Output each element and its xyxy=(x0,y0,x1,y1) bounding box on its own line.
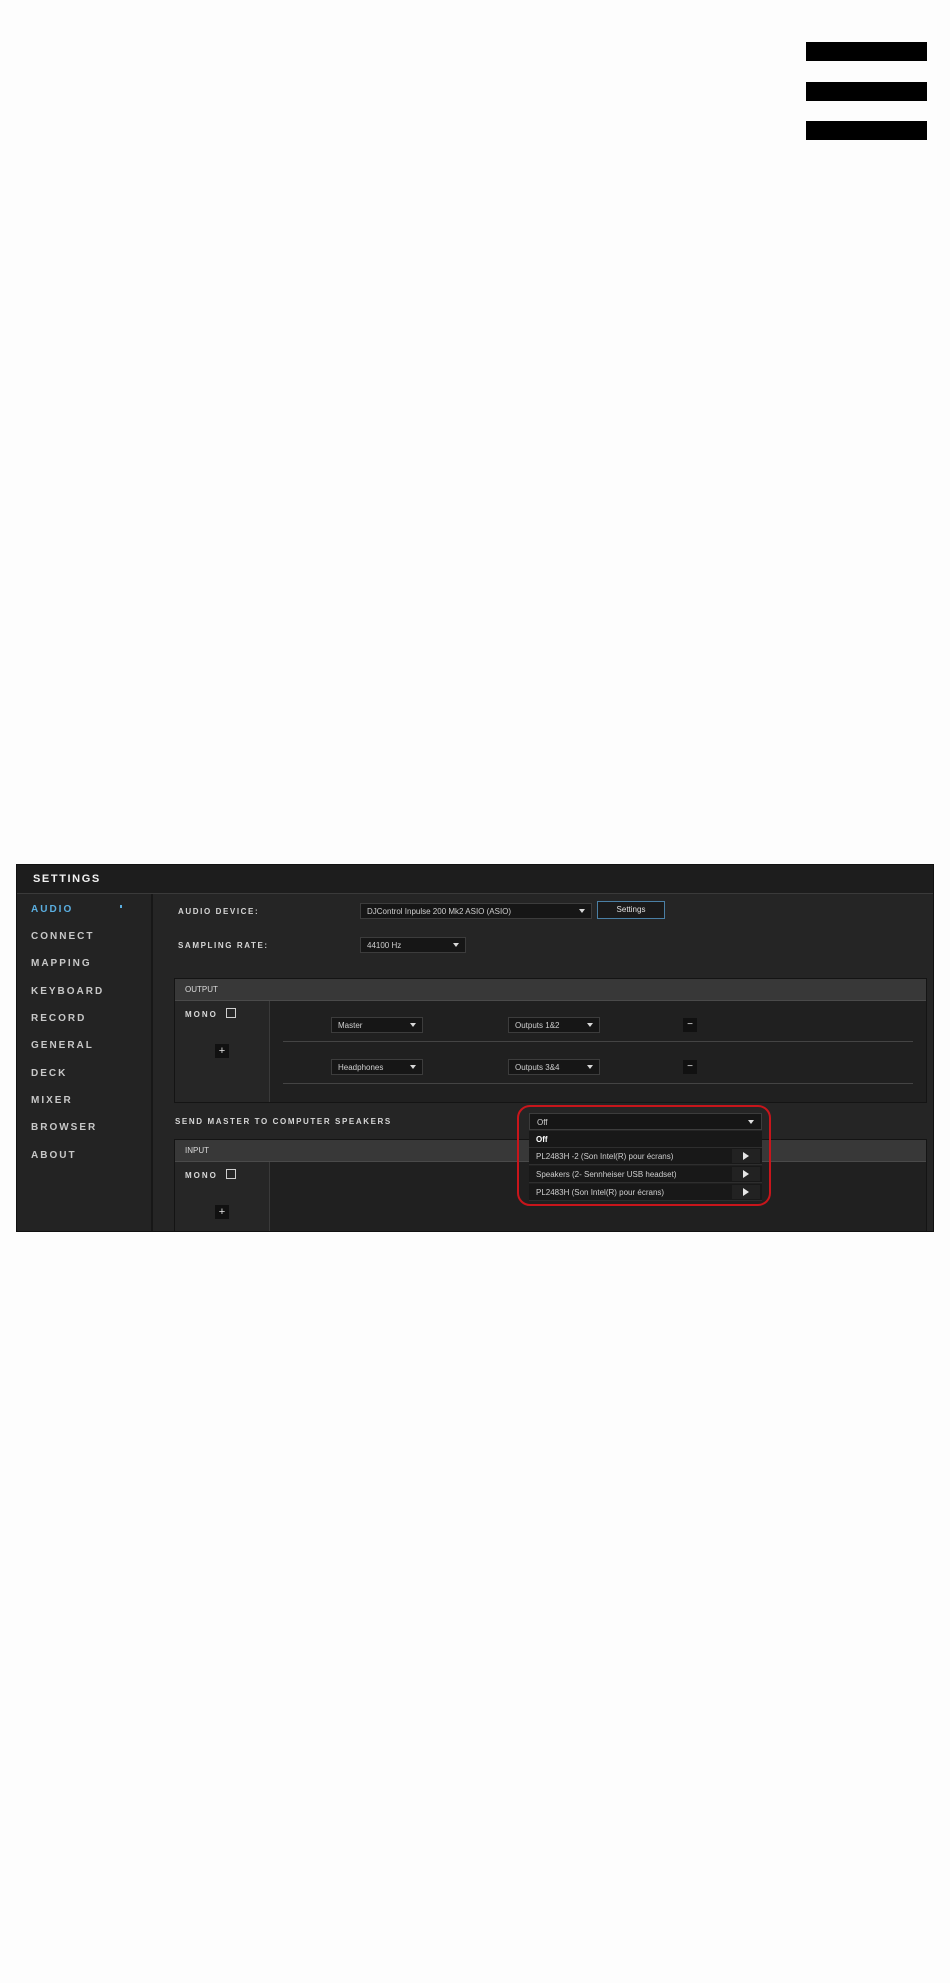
speaker-select-value: Off xyxy=(537,1118,548,1127)
audio-device-value: DJControl Inpulse 200 Mk2 ASIO (ASIO) xyxy=(367,907,512,916)
speaker-option-off[interactable]: Off xyxy=(529,1131,762,1148)
settings-sidebar: AUDIO CONNECT MAPPING KEYBOARD RECORD GE… xyxy=(17,894,153,1231)
sidebar-item-connect[interactable]: CONNECT xyxy=(31,931,94,942)
output-panel-header: OUTPUT xyxy=(175,979,926,1001)
speaker-select-current[interactable]: Off xyxy=(529,1113,762,1130)
output-panel: OUTPUT MONO + Master Outputs 1&2 − Headp… xyxy=(174,978,927,1103)
submenu-arrow-icon[interactable] xyxy=(732,1185,760,1199)
option-label: Off xyxy=(536,1135,548,1144)
sidebar-item-record[interactable]: RECORD xyxy=(31,1013,86,1024)
output-routing-list: Master Outputs 1&2 − Headphones Outputs … xyxy=(270,1001,926,1102)
window-title: SETTINGS xyxy=(33,873,101,885)
remove-output-button[interactable]: − xyxy=(683,1060,697,1074)
window-title-bar: SETTINGS xyxy=(17,865,933,894)
output-options: MONO + xyxy=(175,1001,270,1102)
input-header-label: INPUT xyxy=(185,1146,209,1155)
chevron-down-icon xyxy=(579,909,585,913)
option-label: PL2483H -2 (Son Intel(R) pour écrans) xyxy=(536,1152,674,1161)
input-mono-checkbox[interactable] xyxy=(226,1169,236,1179)
option-label: PL2483H (Son Intel(R) pour écrans) xyxy=(536,1188,665,1197)
add-output-button[interactable]: + xyxy=(215,1044,229,1058)
speaker-option-pl2483h-2[interactable]: PL2483H -2 (Son Intel(R) pour écrans) xyxy=(529,1148,762,1165)
remove-output-button[interactable]: − xyxy=(683,1018,697,1032)
chevron-down-icon xyxy=(410,1065,416,1069)
sidebar-item-deck[interactable]: DECK xyxy=(31,1068,67,1079)
submenu-arrow-icon[interactable] xyxy=(732,1149,760,1163)
output-mono-label: MONO xyxy=(185,1010,218,1019)
option-label: Speakers (2- Sennheiser USB headset) xyxy=(536,1170,677,1179)
active-indicator-icon xyxy=(120,905,122,908)
sidebar-item-keyboard[interactable]: KEYBOARD xyxy=(31,986,104,997)
speaker-option-sennheiser[interactable]: Speakers (2- Sennheiser USB headset) xyxy=(529,1166,762,1183)
sidebar-item-general[interactable]: GENERAL xyxy=(31,1040,94,1051)
audio-device-select[interactable]: DJControl Inpulse 200 Mk2 ASIO (ASIO) xyxy=(360,903,592,919)
output-channel-value: Headphones xyxy=(338,1063,384,1072)
chevron-down-icon xyxy=(410,1023,416,1027)
menu-bar-bottom xyxy=(806,121,927,140)
sidebar-item-browser[interactable]: BROWSER xyxy=(31,1122,97,1133)
settings-window: SETTINGS AUDIO CONNECT MAPPING KEYBOARD … xyxy=(16,864,934,1232)
add-input-button[interactable]: + xyxy=(215,1205,229,1219)
sidebar-item-about[interactable]: ABOUT xyxy=(31,1150,77,1161)
input-options: MONO + xyxy=(175,1162,270,1231)
input-mono-label: MONO xyxy=(185,1171,218,1180)
send-master-label: SEND MASTER TO COMPUTER SPEAKERS xyxy=(175,1117,392,1126)
output-header-label: OUTPUT xyxy=(185,985,218,994)
chevron-down-icon xyxy=(453,943,459,947)
output-route-select-headphones[interactable]: Outputs 3&4 xyxy=(508,1059,600,1075)
audio-device-label: AUDIO DEVICE: xyxy=(178,907,260,916)
sampling-rate-value: 44100 Hz xyxy=(367,941,402,950)
hamburger-menu-icon[interactable] xyxy=(806,42,927,140)
device-settings-button[interactable]: Settings xyxy=(597,901,665,919)
output-route-value: Outputs 3&4 xyxy=(515,1063,560,1072)
output-channel-select-headphones[interactable]: Headphones xyxy=(331,1059,423,1075)
row-divider xyxy=(283,1083,913,1084)
speaker-option-pl2483h[interactable]: PL2483H (Son Intel(R) pour écrans) xyxy=(529,1184,762,1201)
submenu-arrow-icon[interactable] xyxy=(732,1167,760,1181)
output-channel-select-master[interactable]: Master xyxy=(331,1017,423,1033)
chevron-down-icon xyxy=(587,1023,593,1027)
output-route-select-master[interactable]: Outputs 1&2 xyxy=(508,1017,600,1033)
output-mono-checkbox[interactable] xyxy=(226,1008,236,1018)
sidebar-item-audio[interactable]: AUDIO xyxy=(31,904,73,915)
menu-bar-top xyxy=(806,42,927,61)
chevron-down-icon xyxy=(587,1065,593,1069)
sidebar-item-mixer[interactable]: MIXER xyxy=(31,1095,73,1106)
chevron-down-icon xyxy=(748,1120,754,1124)
sampling-rate-select[interactable]: 44100 Hz xyxy=(360,937,466,953)
menu-bar-middle xyxy=(806,82,927,101)
row-divider xyxy=(283,1041,913,1042)
output-channel-value: Master xyxy=(338,1021,363,1030)
sampling-rate-label: SAMPLING RATE: xyxy=(178,941,269,950)
sidebar-item-mapping[interactable]: MAPPING xyxy=(31,958,92,969)
output-route-value: Outputs 1&2 xyxy=(515,1021,560,1030)
